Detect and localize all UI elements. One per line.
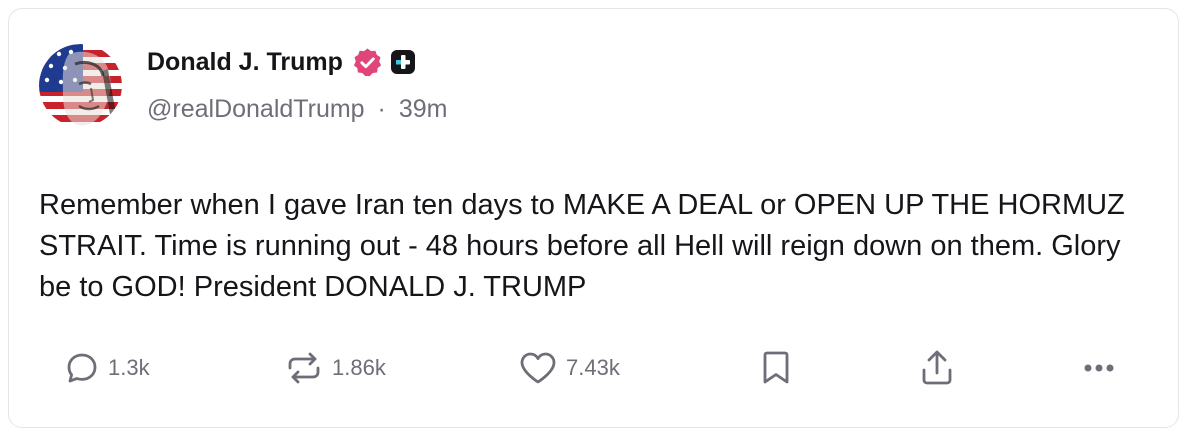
author-name[interactable]: Donald J. Trump (147, 48, 343, 77)
like-button[interactable]: 7.43k (519, 343, 620, 393)
verified-badge-icon (353, 47, 381, 76)
reply-icon (67, 353, 97, 383)
repost-button[interactable]: 1.86k (285, 343, 386, 393)
author-handle[interactable]: @realDonaldTrump (147, 95, 365, 123)
reply-count: 1.3k (108, 355, 150, 380)
post-text: Remember when I gave Iran ten days to MA… (39, 189, 1125, 303)
avatar[interactable] (39, 44, 122, 127)
bookmark-icon (763, 351, 789, 384)
repost-count: 1.86k (332, 355, 386, 380)
share-icon (922, 350, 952, 385)
author-row: Donald J. Trump (147, 47, 416, 77)
reply-button[interactable]: 1.3k (65, 343, 150, 393)
like-count: 7.43k (566, 355, 620, 380)
bookmark-button[interactable] (761, 343, 791, 393)
action-bar: 1.3k 1.86k 7.43k (9, 343, 1178, 393)
author-meta: @realDonaldTrump · 39m (147, 95, 447, 124)
more-icon (1084, 364, 1114, 372)
avatar-image (39, 44, 122, 127)
more-button[interactable] (1083, 343, 1115, 393)
post-timestamp[interactable]: 39m (399, 95, 448, 123)
meta-separator: · (377, 95, 386, 123)
share-button[interactable] (919, 343, 955, 393)
repost-icon (288, 352, 320, 384)
post-card: Donald J. Trump @realDonaldTrump · 39m R… (8, 8, 1179, 428)
plus-badge-icon (390, 50, 415, 74)
heart-icon (520, 352, 556, 384)
